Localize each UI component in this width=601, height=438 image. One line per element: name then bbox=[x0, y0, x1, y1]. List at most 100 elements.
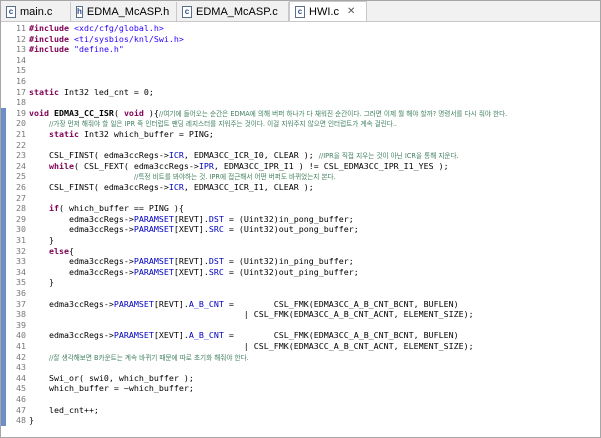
code-token: SRC bbox=[208, 224, 224, 235]
code-line[interactable]: 34 edma3ccRegs->PARAMSET[XEVT].SRC = (Ui… bbox=[1, 267, 600, 278]
code-token: DST bbox=[208, 213, 224, 224]
code-token: SRC bbox=[208, 266, 224, 277]
tab-edma-mcasp-h[interactable]: h EDMA_McASP.h bbox=[71, 2, 177, 21]
code-token: static bbox=[29, 86, 64, 97]
line-number: 44 bbox=[16, 372, 26, 383]
code-line[interactable]: 28 if( which_buffer == PING ){ bbox=[1, 203, 600, 214]
line-number: 35 bbox=[16, 277, 26, 288]
code-token: edma3ccRegs-> bbox=[29, 224, 134, 235]
tab-hwi-c[interactable]: c HWI.c ✕ bbox=[289, 1, 367, 21]
code-token: = (Uint32)out_ping_buffer; bbox=[223, 266, 359, 277]
code-text: if( which_buffer == PING ){ bbox=[29, 203, 184, 214]
line-number: 18 bbox=[16, 97, 26, 108]
code-line[interactable]: 48} bbox=[1, 415, 600, 426]
line-number: 32 bbox=[16, 245, 26, 256]
code-line[interactable]: 23 CSL_FINST( edma3ccRegs->ICR, EDMA3CC_… bbox=[1, 150, 600, 161]
code-line[interactable]: 16 bbox=[1, 76, 600, 87]
line-number: 15 bbox=[16, 65, 26, 76]
code-token: [REVT]. bbox=[153, 298, 189, 309]
code-token: edma3ccRegs-> bbox=[29, 256, 134, 267]
tab-edma-mcasp-c[interactable]: c EDMA_McASP.c bbox=[177, 2, 289, 21]
code-line[interactable]: 37 edma3ccRegs->PARAMSET[REVT].A_B_CNT =… bbox=[1, 299, 600, 310]
line-number: 30 bbox=[16, 224, 26, 235]
code-token: #include bbox=[29, 33, 74, 44]
code-line[interactable]: 14 bbox=[1, 55, 600, 66]
code-text: CSL_FINST( edma3ccRegs->ICR, EDMA3CC_ICR… bbox=[29, 182, 314, 193]
code-line[interactable]: 47 led_cnt++; bbox=[1, 405, 600, 416]
line-number: 14 bbox=[16, 54, 26, 65]
code-token: PARAMSET bbox=[133, 266, 174, 277]
code-line[interactable]: 38 | CSL_FMK(EDMA3CC_A_B_CNT_ACNT, ELEME… bbox=[1, 309, 600, 320]
code-line[interactable]: 17 static Int32 led_cnt = 0; bbox=[1, 87, 600, 98]
code-line[interactable]: 41 | CSL_FMK(EDMA3CC_A_B_CNT_ACNT, ELEME… bbox=[1, 341, 600, 352]
code-comment: //잘 생각해보면 B카운트는 계속 바뀌기 때문에 따로 초기화 해줘야 한다… bbox=[48, 353, 249, 362]
code-line[interactable]: 44 Swi_or( swi0, which_buffer ); bbox=[1, 373, 600, 384]
line-number: 36 bbox=[16, 288, 26, 298]
line-number: 42 bbox=[16, 351, 26, 362]
code-line[interactable]: 42 //잘 생각해보면 B카운트는 계속 바뀌기 때문에 따로 초기화 해줘야… bbox=[1, 352, 600, 363]
c-source-file-icon: c bbox=[182, 5, 192, 18]
code-line[interactable]: 36 bbox=[1, 288, 600, 299]
code-text: } bbox=[29, 235, 54, 246]
code-line[interactable]: 45 which_buffer = ~which_buffer; bbox=[1, 383, 600, 394]
code-line[interactable]: 21 static Int32 which_buffer = PING; bbox=[1, 129, 600, 140]
code-line[interactable]: 18 bbox=[1, 97, 600, 108]
code-line[interactable]: 20 //가장 먼저 해줘야 할 일은 IPR 즉 인터럽트 팬딩 레지스터를 … bbox=[1, 118, 600, 129]
code-token: A_B_CNT bbox=[188, 298, 224, 309]
code-line[interactable]: 35 } bbox=[1, 277, 600, 288]
code-line[interactable]: 40 edma3ccRegs->PARAMSET[XEVT].A_B_CNT =… bbox=[1, 330, 600, 341]
code-line[interactable]: 27 bbox=[1, 193, 600, 204]
code-token: led_cnt++; bbox=[29, 404, 99, 415]
code-line[interactable]: 11 #include <xdc/cfg/global.h> bbox=[1, 23, 600, 34]
code-line[interactable]: 13 #include "define.h" bbox=[1, 44, 600, 55]
line-number: 29 bbox=[16, 213, 26, 224]
code-line[interactable]: 46 bbox=[1, 394, 600, 405]
code-line[interactable]: 29 edma3ccRegs->PARAMSET[REVT].DST = (Ui… bbox=[1, 214, 600, 225]
code-line[interactable]: 31 } bbox=[1, 235, 600, 246]
code-token: } bbox=[29, 235, 54, 245]
line-number: 24 bbox=[16, 160, 26, 171]
code-token: ( bbox=[113, 107, 124, 118]
code-line[interactable]: 43 bbox=[1, 362, 600, 373]
line-number: 11 bbox=[16, 23, 26, 33]
code-line[interactable]: 22 bbox=[1, 140, 600, 151]
close-icon[interactable]: ✕ bbox=[347, 6, 355, 17]
code-token: void bbox=[29, 107, 54, 118]
code-token: edma3ccRegs-> bbox=[29, 213, 134, 224]
code-token: PARAMSET bbox=[133, 224, 174, 235]
code-line[interactable]: 33 edma3ccRegs->PARAMSET[REVT].DST = (Ui… bbox=[1, 256, 600, 267]
code-text: } bbox=[29, 277, 54, 288]
code-line[interactable]: 32 else{ bbox=[1, 246, 600, 257]
code-line[interactable]: 26 CSL_FINST( edma3ccRegs->ICR, EDMA3CC_… bbox=[1, 182, 600, 193]
code-token: edma3ccRegs-> bbox=[29, 298, 114, 309]
line-number: 39 bbox=[16, 319, 26, 330]
code-editor[interactable]: 11 #include <xdc/cfg/global.h> 12 #include … bbox=[1, 22, 600, 437]
code-token: } bbox=[29, 277, 54, 288]
code-token: } bbox=[29, 415, 34, 426]
code-token: if bbox=[48, 203, 59, 214]
line-number: 47 bbox=[16, 404, 26, 415]
code-text: else{ bbox=[29, 246, 74, 257]
code-token: { bbox=[68, 245, 74, 256]
code-line[interactable]: 12 #include <ti/sysbios/knl/Swi.h> bbox=[1, 34, 600, 45]
code-line[interactable]: 39 bbox=[1, 320, 600, 331]
line-number: 33 bbox=[16, 256, 26, 267]
line-number: 38 bbox=[16, 309, 26, 320]
code-line[interactable]: 25 //특정 비트를 봐야하는 것. IPR에 접근해서 어떤 버퍼도 바뀌었… bbox=[1, 171, 600, 182]
code-token: static bbox=[48, 129, 84, 139]
code-line[interactable]: 24 while( CSL_FEXT( edma3ccRegs->IPR, ED… bbox=[1, 161, 600, 172]
code-comment: //가장 먼저 해줘야 할 일은 IPR 즉 인터럽트 팬딩 레지스터를 지워주… bbox=[48, 120, 398, 129]
code-line[interactable]: 30 edma3ccRegs->PARAMSET[XEVT].SRC = (Ui… bbox=[1, 224, 600, 235]
code-line[interactable]: 19 void EDMA3_CC_ISR( void ){//여기에 들어오는 순… bbox=[1, 108, 600, 119]
code-text: edma3ccRegs->PARAMSET[REVT].DST = (Uint3… bbox=[29, 214, 354, 225]
code-token: <ti/sysbios/knl/Swi.h> bbox=[73, 33, 184, 44]
code-token: #include bbox=[29, 44, 74, 55]
line-number: 28 bbox=[16, 203, 26, 214]
line-number: 31 bbox=[16, 235, 26, 245]
line-number: 16 bbox=[16, 76, 26, 86]
tab-main-c[interactable]: c main.c bbox=[1, 2, 71, 21]
line-number: 37 bbox=[16, 298, 26, 309]
code-line[interactable]: 15 bbox=[1, 65, 600, 76]
